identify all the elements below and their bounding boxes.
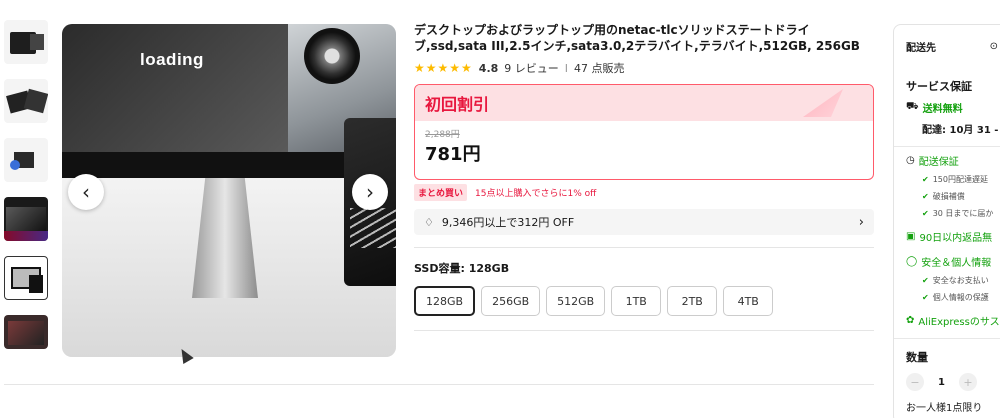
- quantity-stepper: − 1 +: [906, 373, 1000, 391]
- rating-separator: I: [564, 61, 569, 75]
- rating-row: ★★★★★ 4.8 9 レビュー I 47 点販売: [414, 60, 874, 76]
- ship-to-row[interactable]: 配送先 ⊙: [906, 39, 1000, 54]
- returns-row[interactable]: ▣ 90日以内返品無: [906, 229, 1000, 244]
- service-title: サービス保証: [906, 80, 972, 93]
- variant-option-4tb[interactable]: 4TB: [723, 286, 774, 316]
- leaf-icon: ✿: [906, 315, 915, 326]
- bundle-badge: まとめ買い: [414, 184, 468, 201]
- purchase-limit: お一人様1点限り: [906, 403, 983, 414]
- chevron-left-icon: ‹: [82, 180, 90, 204]
- coupon-row[interactable]: ♢ 9,346円以上で312円 OFF ›: [414, 209, 874, 235]
- divider: [414, 247, 874, 248]
- clock-icon: ◷: [906, 155, 915, 166]
- bundle-text: 15点以上購入でさらに1% off: [475, 189, 597, 199]
- prev-image-button[interactable]: ‹: [68, 174, 104, 210]
- check-icon: ✔: [922, 276, 929, 285]
- variant-option-2tb[interactable]: 2TB: [667, 286, 718, 316]
- main-product-image[interactable]: loading ‹ ›: [62, 24, 396, 357]
- purchase-sidebar: 配送先 ⊙ サービス保証 ⛟ 送料無料 配達: 10月 31 - ◷ 配送保証 …: [893, 24, 1000, 418]
- check-icon: ✔: [922, 192, 929, 201]
- divider: [894, 146, 1000, 147]
- check-icon: ✔: [922, 175, 929, 184]
- promo-header: 初回割引: [415, 85, 873, 121]
- delivery-guarantee-row[interactable]: ◷ 配送保証: [906, 153, 1000, 168]
- thumbnail-6[interactable]: [4, 315, 48, 349]
- quantity-value[interactable]: 1: [938, 377, 945, 388]
- aliexpress-service-row[interactable]: ✿ AliExpressのサス: [906, 313, 1000, 328]
- guarantee-item: ✔ 破損補償: [906, 191, 1000, 202]
- guarantee-item-text: 30 日までに届か: [932, 209, 994, 218]
- original-price: 2,288円: [425, 130, 460, 140]
- guarantee-item: ✔ 30 日までに届か: [906, 208, 1000, 219]
- image-backdrop: [62, 24, 288, 156]
- delivery-guarantee-label: 配送保証: [918, 157, 959, 168]
- returns-label: 90日以内返品無: [919, 233, 993, 244]
- sold-count: 47 点販売: [574, 62, 625, 75]
- thumbnail-5[interactable]: [4, 256, 48, 300]
- thumbnail-strip: [4, 20, 50, 364]
- safety-item: ✔ 個人情報の保護: [906, 292, 1000, 303]
- thumbnail-1[interactable]: [4, 20, 48, 64]
- safety-item-text: 安全なお支払い: [932, 276, 989, 285]
- location-icon: ⊙: [989, 41, 998, 52]
- loading-text: loading: [140, 50, 204, 69]
- aliexpress-service-label: AliExpressのサス: [918, 317, 1000, 328]
- divider: [414, 330, 874, 331]
- bundle-deal[interactable]: まとめ買い 15点以上購入でさらに1% off: [414, 184, 874, 201]
- chevron-right-icon: ›: [858, 214, 864, 230]
- shield-icon: ◯: [906, 256, 918, 267]
- quantity-increase-button[interactable]: +: [958, 373, 977, 391]
- check-icon: ✔: [922, 293, 929, 302]
- safety-item: ✔ 安全なお支払い: [906, 275, 1000, 286]
- free-shipping-row: ⛟ 送料無料: [906, 100, 1000, 115]
- promo-label: 初回割引: [425, 95, 490, 114]
- coupon-text: 9,346円以上で312円 OFF: [441, 216, 575, 229]
- guarantee-item-text: 破損補償: [932, 192, 965, 201]
- truck-icon: ⛟: [906, 101, 919, 112]
- variant-option-1tb[interactable]: 1TB: [611, 286, 662, 316]
- chevron-right-icon: ›: [366, 180, 374, 204]
- rating-score: 4.8: [478, 61, 499, 75]
- variant-option-256gb[interactable]: 256GB: [481, 286, 541, 316]
- free-shipping-label: 送料無料: [922, 104, 963, 115]
- guarantee-item: ✔ 150円配達遅延: [906, 174, 1000, 185]
- ship-to-label: 配送先: [906, 43, 936, 54]
- divider: [894, 338, 1000, 339]
- section-divider: [4, 384, 874, 385]
- safety-row[interactable]: ◯ 安全＆個人情報: [906, 254, 1000, 269]
- check-icon: ✔: [922, 209, 929, 218]
- delivery-date: 配達: 10月 31 -: [922, 125, 999, 136]
- variant-option-512gb[interactable]: 512GB: [546, 286, 606, 316]
- thumbnail-4[interactable]: [4, 197, 48, 241]
- next-image-button[interactable]: ›: [352, 174, 388, 210]
- variant-option-128gb[interactable]: 128GB: [414, 286, 476, 316]
- thumbnail-3[interactable]: [4, 138, 48, 182]
- image-wheel: [304, 28, 360, 84]
- safety-label: 安全＆個人情報: [921, 258, 992, 269]
- product-info: デスクトップおよびラップトップ用のnetac-tlcソリッドステートドライブ,s…: [414, 22, 874, 331]
- thumbnail-2[interactable]: [4, 79, 48, 123]
- product-title: デスクトップおよびラップトップ用のnetac-tlcソリッドステートドライブ,s…: [414, 23, 860, 53]
- price-box: 初回割引 2,288円 781円: [414, 84, 874, 180]
- sale-price: 781円: [425, 144, 481, 165]
- rating-stars-icon: ★★★★★: [414, 61, 473, 75]
- box-icon: ▣: [906, 231, 916, 242]
- quantity-title: 数量: [906, 351, 928, 364]
- variant-options: 128GB 256GB 512GB 1TB 2TB 4TB: [414, 286, 874, 316]
- review-count-link[interactable]: 9 レビュー: [504, 60, 559, 76]
- tag-icon: ♢: [424, 215, 434, 229]
- promo-flash-icon: [803, 89, 843, 117]
- guarantee-item-text: 150円配達遅延: [932, 175, 988, 184]
- safety-item-text: 個人情報の保護: [932, 293, 989, 302]
- variant-label: SSD容量: 128GB: [414, 262, 510, 275]
- quantity-decrease-button[interactable]: −: [906, 373, 924, 391]
